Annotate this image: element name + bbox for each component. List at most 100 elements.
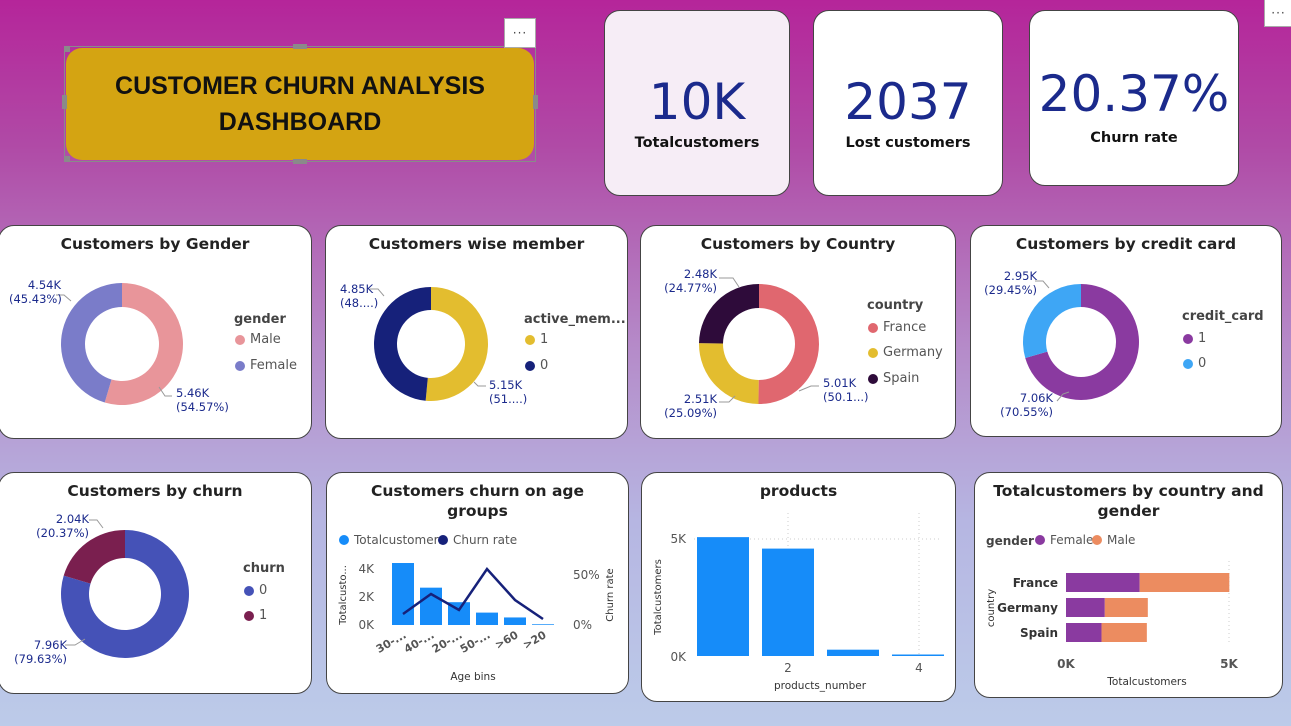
credit-label-1: 7.06K (70.55%) (1000, 391, 1053, 419)
legend-dot-icon (1183, 333, 1193, 344)
y-axis-title: country (986, 589, 997, 627)
kpi-label: Churn rate (1090, 130, 1178, 146)
legend-item-female[interactable]: Female (235, 358, 297, 373)
donut-slice (425, 287, 489, 401)
legend-item-1[interactable]: 1 (244, 608, 267, 623)
gender-label-male: 5.46K (54.57%) (176, 386, 229, 414)
legend-item-spain[interactable]: Spain (868, 371, 919, 386)
x-tick: 4 (915, 661, 923, 675)
x-axis-title: Age bins (450, 671, 495, 683)
legend-dot-icon (244, 585, 254, 596)
x-tick: 20-... (430, 628, 465, 655)
x-tick: 2 (784, 661, 792, 675)
country-gender-bar-chart: country France Germany Spain 0K 5K Totalcu… (986, 561, 1239, 688)
legend-title: active_mem... (524, 312, 626, 327)
member-label-1: 5.15K (51....) (489, 378, 528, 406)
legend-dot-icon (525, 360, 535, 371)
churn-label-1: 2.04K (20.37%) (36, 512, 89, 540)
member-donut-chart (370, 287, 489, 401)
country-label-spain: 2.48K (24.77%) (664, 267, 717, 295)
y2-axis-title: Churn rate (605, 568, 616, 621)
legend-item-germany[interactable]: Germany (868, 345, 943, 360)
male-bar (1101, 623, 1147, 642)
age-combo-chart: Totalcusto... Churn rate 4K 2K 0K 50% 0%… (338, 562, 616, 683)
y-tick: 4K (358, 562, 375, 576)
dashboard-title: CUSTOMER CHURN ANALYSIS DASHBOARD (115, 72, 485, 136)
legend-dot-icon (525, 334, 535, 345)
kpi-label: Totalcustomers (634, 135, 760, 151)
kpi-total-customers[interactable]: 10K Totalcustomers (604, 10, 790, 196)
y-axis-title: Totalcusto... (338, 565, 349, 626)
legend-dot-icon (244, 610, 254, 621)
male-bar (1104, 598, 1148, 617)
male-bar (1139, 573, 1230, 592)
product-bar (762, 548, 814, 656)
legend-dot-icon (868, 347, 878, 358)
x-tick: 0K (1057, 657, 1075, 671)
female-bar (1066, 623, 1102, 642)
legend-title: churn (243, 561, 285, 576)
x-axis-title: Totalcustomers (1106, 676, 1186, 688)
legend-item-0[interactable]: 0 (1183, 356, 1206, 371)
y-tick: 5K (670, 532, 687, 546)
product-bar (827, 649, 879, 656)
country-tick: France (1013, 576, 1058, 590)
legend-item-0[interactable]: 0 (244, 583, 267, 598)
kpi-label: Lost customers (845, 135, 971, 151)
legend-item-france[interactable]: France (868, 320, 926, 335)
legend-item-male[interactable]: Male (235, 332, 281, 347)
donut-slice (374, 287, 431, 401)
country-label-germany: 2.51K (25.09%) (664, 392, 717, 420)
country-label-france: 5.01K (50.1...) (823, 376, 869, 404)
products-card[interactable]: products Totalcustomers 5K 0K 2 4 produc… (641, 472, 956, 702)
legend-item-1[interactable]: 1 (1183, 331, 1206, 346)
age-churn-card[interactable]: Customers churn on age groups Totalcustom… (326, 472, 629, 694)
y2-tick: 50% (573, 568, 600, 582)
legend-dot-icon (868, 373, 878, 384)
country-tick: Germany (997, 601, 1058, 615)
legend-dot-icon (1183, 358, 1193, 369)
y-tick: 2K (358, 590, 375, 604)
credit-donut-card[interactable]: Customers by credit card 2.95K (29.45%) 7… (970, 225, 1282, 437)
legend-title: gender (234, 312, 286, 327)
x-tick: 50-... (458, 628, 493, 655)
legend-item-1[interactable]: 1 (525, 332, 548, 347)
x-tick: >60 (493, 628, 521, 652)
y-tick: 0K (358, 618, 375, 632)
y-axis-title: Totalcustomers (653, 559, 664, 636)
product-bar (892, 654, 944, 656)
kpi-lost-customers[interactable]: 2037 Lost customers (813, 10, 1003, 196)
churn-donut-card[interactable]: Customers by churn 2.04K (20.37%) 7.96K (7… (0, 472, 312, 694)
y-tick: 0K (670, 650, 687, 664)
x-tick: 5K (1220, 657, 1238, 671)
gender-donut-card[interactable]: Customers by Gender 4.54K (45.43%) 5.46K(… (0, 225, 312, 439)
x-tick: 40-... (402, 628, 437, 655)
legend-title: credit_card (1182, 309, 1264, 324)
female-bar (1066, 598, 1105, 617)
more-options-icon[interactable]: ··· (504, 18, 536, 48)
member-donut-card[interactable]: Customers wise member 4.85K (48....) 5.15… (325, 225, 628, 439)
products-bar-chart: Totalcustomers 5K 0K 2 4 products_number (653, 513, 944, 692)
age-bar (532, 624, 554, 625)
legend-item-0[interactable]: 0 (525, 358, 548, 373)
age-bar (392, 563, 414, 625)
female-bar (1066, 573, 1140, 592)
kpi-churn-rate[interactable]: 20.37% Churn rate (1029, 10, 1239, 186)
x-tick: >20 (521, 628, 549, 652)
legend-dot-icon (235, 360, 245, 371)
churn-label-0: 7.96K (79.63%) (14, 638, 67, 666)
dashboard-title-box[interactable]: CUSTOMER CHURN ANALYSIS DASHBOARD (66, 48, 534, 160)
age-bar (504, 617, 526, 625)
member-label-0: 4.85K (48....) (340, 282, 379, 310)
gender-label-female: 4.54K (45.43%) (9, 278, 62, 306)
product-bar (697, 537, 749, 656)
page-more-options-icon[interactable]: ··· (1264, 0, 1291, 27)
legend-dot-icon (868, 322, 878, 333)
country-gender-card[interactable]: Totalcustomers by country and gender gend… (974, 472, 1283, 698)
age-bar (476, 612, 498, 625)
country-donut-card[interactable]: Customers by Country 2.48K (24.77%) 2.51K… (640, 225, 956, 439)
kpi-value: 20.37% (1038, 65, 1230, 123)
x-axis-title: products_number (774, 680, 867, 692)
country-tick: Spain (1020, 626, 1058, 640)
y2-tick: 0% (573, 618, 592, 632)
